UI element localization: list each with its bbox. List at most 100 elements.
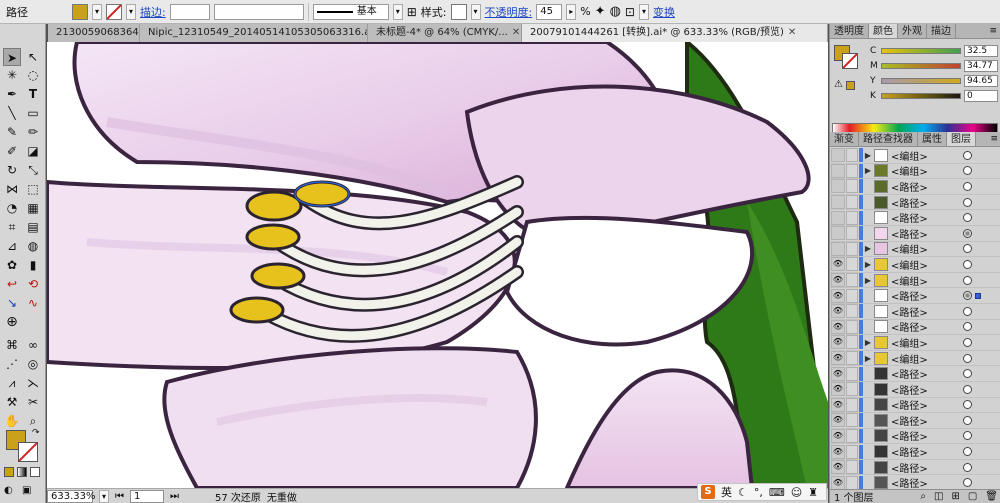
target-circle-icon[interactable] xyxy=(963,306,972,316)
layer-row[interactable]: 👁 <路径> xyxy=(830,444,1000,460)
target-circle-icon[interactable] xyxy=(963,197,972,207)
type-tool-icon[interactable]: T xyxy=(24,85,42,103)
visibility-eye-icon[interactable]: 👁 xyxy=(831,444,845,459)
fill-dropdown[interactable]: ▾ xyxy=(92,3,102,20)
layer-name[interactable]: <路径> xyxy=(891,304,949,319)
expand-triangle-icon[interactable]: ▶ xyxy=(863,260,873,269)
tab-transparency[interactable]: 透明度 xyxy=(830,24,869,38)
target-circle-icon[interactable] xyxy=(963,400,972,410)
lock-toggle[interactable] xyxy=(846,382,858,397)
style-swatch[interactable] xyxy=(450,3,467,20)
black-slider[interactable] xyxy=(881,93,961,99)
variable-width-field[interactable] xyxy=(213,3,304,20)
visibility-eye-icon[interactable]: 👁 xyxy=(831,366,845,381)
lock-toggle[interactable] xyxy=(846,210,858,225)
visibility-eye-icon[interactable]: 👁 xyxy=(831,304,845,319)
layer-name[interactable]: <路径> xyxy=(891,366,949,381)
layer-name[interactable]: <路径> xyxy=(891,413,949,428)
layer-row[interactable]: 👁 <路径> xyxy=(830,304,1000,320)
layer-row[interactable]: <路径> xyxy=(830,179,1000,195)
target-circle-icon[interactable] xyxy=(963,322,972,332)
layer-row[interactable]: 👁 ▶ <编组> xyxy=(830,257,1000,273)
stroke-label[interactable]: 描边: xyxy=(140,4,166,20)
panel-menu-icon[interactable]: ≡ xyxy=(989,24,1000,38)
layer-row[interactable]: 👁 <路径> xyxy=(830,428,1000,445)
stroke-color-box[interactable] xyxy=(18,442,38,462)
visibility-eye-icon[interactable]: 👁 xyxy=(831,475,845,490)
perspective-grid-tool-icon[interactable]: ▦ xyxy=(24,199,42,217)
layer-name[interactable]: <编组> xyxy=(891,335,949,350)
bloat-tool-icon[interactable]: ◎ xyxy=(24,355,42,373)
punctuation-icon[interactable]: °, xyxy=(754,486,763,499)
delete-layer-icon[interactable]: 🗑 xyxy=(985,491,1000,502)
visibility-eye-icon[interactable] xyxy=(831,179,845,194)
globe-icon[interactable]: ◍ xyxy=(610,4,621,19)
target-circle-icon[interactable] xyxy=(963,353,972,363)
visibility-eye-icon[interactable]: 👁 xyxy=(831,413,845,428)
lasso-tool-icon[interactable]: ◌ xyxy=(24,66,42,84)
free-transform-tool-icon[interactable]: ⬚ xyxy=(24,180,42,198)
lock-toggle[interactable] xyxy=(846,319,858,334)
target-circle-icon[interactable] xyxy=(963,447,972,457)
lock-toggle[interactable] xyxy=(846,460,858,475)
yellow-slider[interactable] xyxy=(881,78,961,84)
visibility-eye-icon[interactable] xyxy=(831,148,845,163)
visibility-eye-icon[interactable]: 👁 xyxy=(831,335,845,350)
target-circle-icon[interactable] xyxy=(963,478,972,488)
visibility-eye-icon[interactable] xyxy=(831,226,845,241)
document-tab[interactable]: 未标题-4* @ 64% (CMYK/... ✕ xyxy=(368,24,522,42)
expand-triangle-icon[interactable]: ▶ xyxy=(863,338,873,347)
screen-mode-icon[interactable]: ▣ xyxy=(22,485,31,496)
layer-name[interactable]: <路径> xyxy=(891,460,949,475)
visibility-eye-icon[interactable]: 👁 xyxy=(831,257,845,272)
visibility-eye-icon[interactable]: 👁 xyxy=(831,460,845,475)
lock-toggle[interactable] xyxy=(846,257,858,272)
slice-tool-icon[interactable]: ⟲ xyxy=(24,275,42,293)
visibility-eye-icon[interactable]: 👁 xyxy=(831,428,845,443)
page-field[interactable]: 1 xyxy=(130,489,164,503)
target-circle-icon[interactable] xyxy=(963,244,972,254)
width-tool-icon[interactable]: ⋈ xyxy=(3,180,21,198)
new-sublayer-icon[interactable]: ⊞ xyxy=(951,491,959,502)
magenta-slider[interactable] xyxy=(881,63,961,69)
visibility-eye-icon[interactable] xyxy=(831,210,845,225)
layer-name[interactable]: <路径> xyxy=(891,397,949,412)
locate-object-icon[interactable]: ⌕ xyxy=(920,491,926,502)
layer-row[interactable]: 👁 <路径> xyxy=(830,366,1000,382)
visibility-eye-icon[interactable]: 👁 xyxy=(831,397,845,412)
lock-toggle[interactable] xyxy=(846,148,858,163)
zoom-tool-icon[interactable]: ∿ xyxy=(24,294,42,312)
yellow-value[interactable]: 94.65 xyxy=(964,75,998,87)
lock-toggle[interactable] xyxy=(846,273,858,288)
lock-toggle[interactable] xyxy=(846,241,858,256)
lock-toggle[interactable] xyxy=(846,288,858,303)
layer-name[interactable]: <编组> xyxy=(891,273,949,288)
gradient-tool-icon[interactable]: ▤ xyxy=(24,218,42,236)
tab-layers[interactable]: 图层 xyxy=(947,132,976,146)
hand-tool-icon[interactable]: ↘ xyxy=(3,294,21,312)
clipping-mask-icon[interactable]: ◫ xyxy=(934,491,943,502)
crystallize-tool-icon[interactable]: ⋋ xyxy=(24,374,42,392)
black-value[interactable]: 0 xyxy=(964,90,998,102)
expand-triangle-icon[interactable]: ▶ xyxy=(863,244,873,253)
target-circle-icon[interactable] xyxy=(963,259,972,269)
layer-name[interactable]: <路径> xyxy=(891,319,949,334)
target-circle-icon[interactable] xyxy=(963,384,972,394)
shirt-icon[interactable]: ♜ xyxy=(808,486,818,499)
selection-indicator[interactable] xyxy=(975,292,981,299)
close-icon[interactable]: ✕ xyxy=(512,27,520,38)
keyboard-icon[interactable]: ⌨ xyxy=(769,486,785,499)
lock-toggle[interactable] xyxy=(846,397,858,412)
rotate-tool-icon[interactable]: ↻ xyxy=(3,161,21,179)
layer-row[interactable]: ▶ <编组> xyxy=(830,163,1000,180)
opacity-field[interactable]: 45 xyxy=(536,3,563,20)
fill-swatch[interactable] xyxy=(72,3,88,20)
lock-toggle[interactable] xyxy=(846,195,858,210)
stroke-swatch[interactable] xyxy=(106,3,122,20)
none-mode-icon[interactable] xyxy=(30,467,40,477)
lock-toggle[interactable] xyxy=(846,163,858,178)
zoom-field[interactable]: 633.33% xyxy=(47,489,96,503)
stroke-dropdown[interactable]: ▾ xyxy=(126,3,136,20)
selection-tool-icon[interactable]: ➤ xyxy=(3,48,21,66)
layer-row[interactable]: 👁 <路径> xyxy=(830,288,1000,304)
